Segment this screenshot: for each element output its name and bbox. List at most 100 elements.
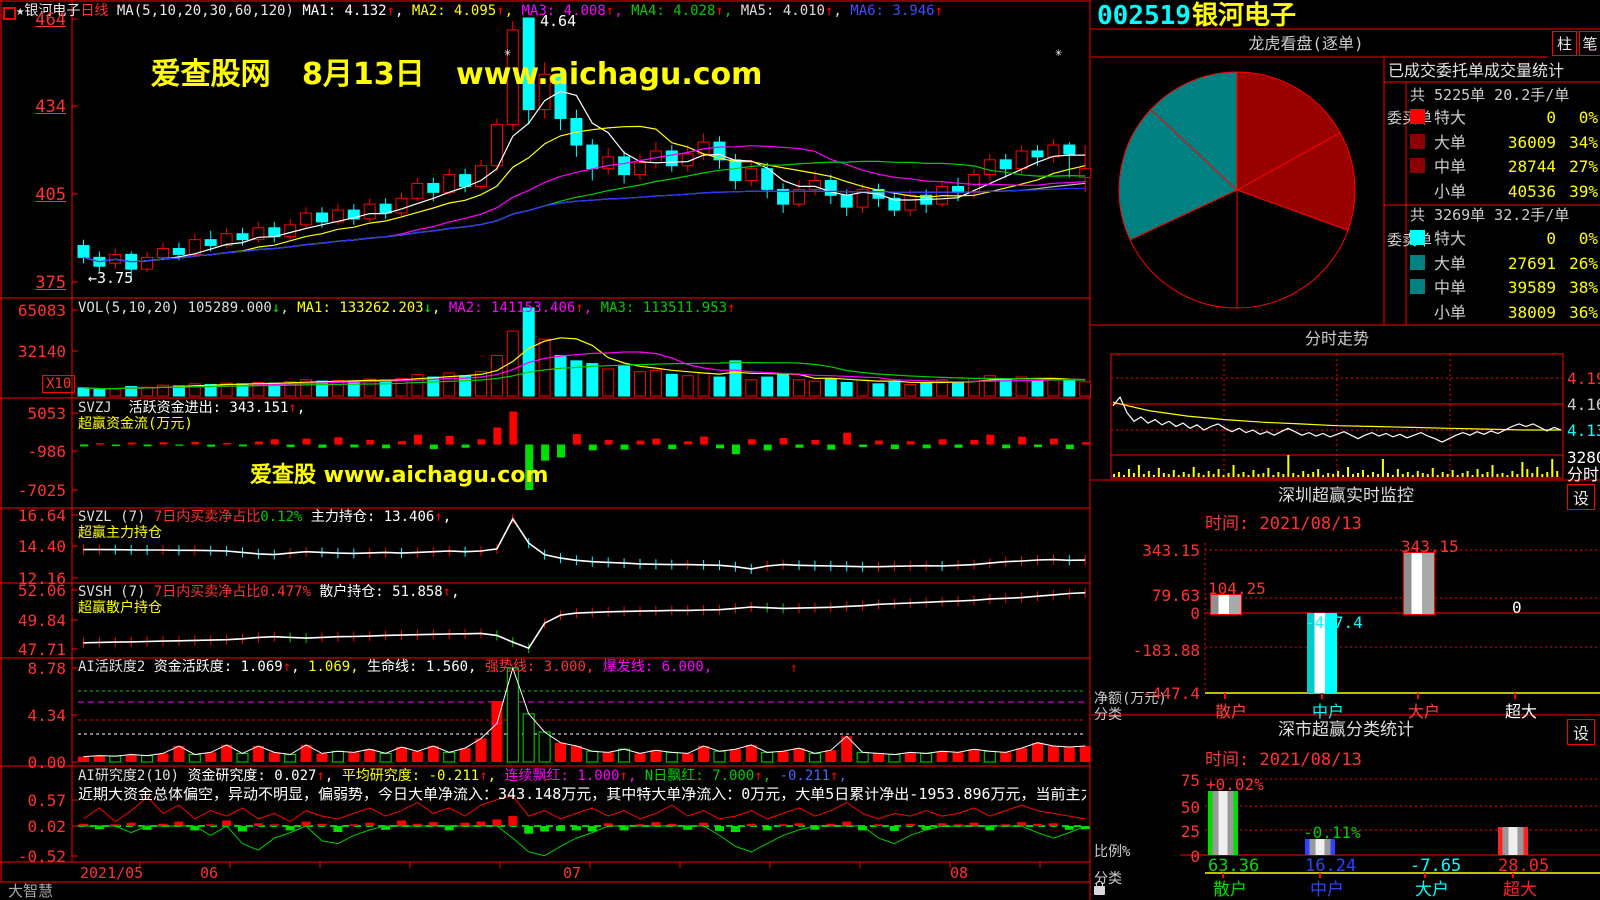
classify-category: 超大 xyxy=(1503,882,1537,899)
order-row-swatch xyxy=(1410,158,1425,173)
header-segment: MA(5,10,20,30,60,120) xyxy=(108,3,302,19)
event-star-icon: ✳ xyxy=(504,46,511,58)
order-row-value: 39589 xyxy=(1508,280,1556,296)
monitor-category: 散户 xyxy=(1215,704,1247,720)
header-segment: ↑ xyxy=(288,400,296,416)
monitor-bar-value: 343.15 xyxy=(1401,539,1459,555)
ai2-axis-label: 0.02 xyxy=(27,819,66,835)
ai-activity-header: AI活跃度2 资金活跃度: 1.069↑, 1.069, 生命线: 1.560,… xyxy=(78,660,712,674)
svzl-header: SVZL (7) 7日内买卖净占比0.12% 主力持仓: 13.406↑, xyxy=(78,510,451,524)
kline-axis-label: 464 xyxy=(35,12,66,29)
header-segment: , xyxy=(488,768,505,784)
classify-bar-pct: +0.02% xyxy=(1206,777,1264,793)
svzj-axis-label: -986 xyxy=(27,444,66,460)
header-segment: 平均研究度: -0.211 xyxy=(342,768,479,784)
order-row-label: 中单 xyxy=(1434,280,1466,296)
header-segment: , xyxy=(443,509,451,525)
order-row-pct: 36% xyxy=(1569,305,1598,321)
order-row-value: 28744 xyxy=(1508,159,1556,175)
order-row-label: 大单 xyxy=(1434,256,1466,272)
order-row-swatch xyxy=(1410,255,1425,270)
vol-axis-label: 32140 xyxy=(18,344,66,360)
svsh-axis-label: 52.06 xyxy=(18,583,66,599)
intraday-side-label: 3280 xyxy=(1567,450,1600,466)
monitor-axis-label: 0 xyxy=(1190,606,1200,622)
svsh-axis-label: 47.71 xyxy=(18,642,66,658)
ai-research-description: 近期大资金总体偏空，异动不明显，偏弱势，今日大单净流入：343.148万元，其中… xyxy=(78,787,1086,802)
header-segment: SVSH (7) xyxy=(78,584,154,600)
header-segment: , xyxy=(763,768,780,784)
header-segment: , xyxy=(291,659,308,675)
kline-axis-label: 434 xyxy=(35,99,66,116)
sell-side-label: 委卖单 xyxy=(1387,230,1404,250)
header-segment: , xyxy=(280,300,297,316)
header-segment: 连续飘红: 1.000 xyxy=(504,768,619,784)
header-segment: 0.12% xyxy=(260,509,302,525)
order-row-pct: 27% xyxy=(1569,159,1598,175)
monitor-settings-button[interactable]: 设 xyxy=(1567,484,1595,510)
classify-bar-value: -7.65 xyxy=(1410,858,1461,875)
ai1-axis-label: 8.78 xyxy=(27,661,66,677)
order-row-value: 0 xyxy=(1546,231,1556,247)
x-axis-label: 06 xyxy=(200,866,218,881)
header-segment: 主力持仓: 13.406 xyxy=(302,509,434,525)
header-segment: , xyxy=(395,3,412,19)
sell-summary: 共 3269单 32.2手/单 xyxy=(1410,208,1569,223)
order-row-value: 27691 xyxy=(1508,256,1556,272)
header-segment: 资金活跃度: 1.069 xyxy=(154,659,283,675)
header-segment: , xyxy=(839,768,847,784)
classify-settings-button[interactable]: 设 xyxy=(1567,719,1595,745)
ai-research-header: AI研究度2(10) 资金研究度: 0.027↑, 平均研究度: -0.211↑… xyxy=(78,769,847,783)
header-segment: MA2: 4.095 xyxy=(412,3,496,19)
classify-left-label2: 分类 xyxy=(1094,872,1122,886)
svzj-axis-label: 5053 xyxy=(27,406,66,422)
kline-axis-label: 405 xyxy=(35,187,66,204)
classify-axis-label: 75 xyxy=(1181,773,1200,789)
classify-bar xyxy=(1498,827,1528,855)
lock-icon[interactable] xyxy=(1094,886,1105,895)
bar-mode-button[interactable]: 柱 xyxy=(1552,31,1577,56)
monitor-bar xyxy=(1403,552,1435,615)
ai2-axis-label: -0.52 xyxy=(18,849,66,865)
header-segment: ↑ xyxy=(620,768,628,784)
classify-axis-label: 50 xyxy=(1181,800,1200,816)
header-segment: ↑ xyxy=(443,584,451,600)
order-row-label: 大单 xyxy=(1434,135,1466,151)
classify-bar-pct: -0.11% xyxy=(1303,825,1361,841)
intraday-side-label: 4.190 xyxy=(1567,371,1600,387)
x-axis-label: 07 xyxy=(563,866,581,881)
monitor-axis-label: 79.63 xyxy=(1152,588,1200,604)
order-row-label: 小单 xyxy=(1434,184,1466,200)
header-segment: , xyxy=(451,584,459,600)
ai-research-panel xyxy=(78,796,1090,856)
svsh-axis-label: 49.84 xyxy=(18,613,66,629)
tape-pie-chart xyxy=(1119,72,1355,308)
event-star-icon: ✳ xyxy=(1055,46,1062,58)
monitor-category: 大户 xyxy=(1408,704,1440,720)
peak-price-annotation: 4.64 xyxy=(540,14,576,29)
classify-category: 大户 xyxy=(1415,882,1449,899)
kline-axis-label: 375 xyxy=(35,275,66,292)
order-row-pct: 0% xyxy=(1579,110,1598,126)
header-segment: MA2: 141153.406 xyxy=(449,300,575,316)
intraday-title: 分时走势 xyxy=(1111,331,1563,347)
classify-axis-label: 25 xyxy=(1181,824,1200,840)
monitor-left-label2: 分类 xyxy=(1094,708,1122,722)
header-segment: 日线 xyxy=(80,3,108,19)
order-row-label: 特大 xyxy=(1434,110,1466,126)
order-row-value: 38009 xyxy=(1508,305,1556,321)
header-segment: MA1: 4.132 xyxy=(302,3,386,19)
order-row-swatch xyxy=(1410,134,1425,149)
order-row-value: 40536 xyxy=(1508,184,1556,200)
svzj-axis-label: -7025 xyxy=(18,483,66,499)
order-stats-title: 已成交委托单成交量统计 xyxy=(1388,63,1564,79)
app-brand: 大智慧 xyxy=(8,884,53,899)
header-segment: ↑ xyxy=(496,3,504,19)
ai1-axis-label: 0.00 xyxy=(27,755,66,771)
pen-mode-button[interactable]: 笔 xyxy=(1579,31,1600,56)
header-segment: 活跃资金进出: 343.151 xyxy=(129,400,289,416)
order-row-pct: 26% xyxy=(1569,256,1598,272)
header-segment: MA5: 4.010 xyxy=(741,3,825,19)
window-control-icon[interactable] xyxy=(3,7,16,20)
buy-side-label: 委买单 xyxy=(1387,108,1404,128)
